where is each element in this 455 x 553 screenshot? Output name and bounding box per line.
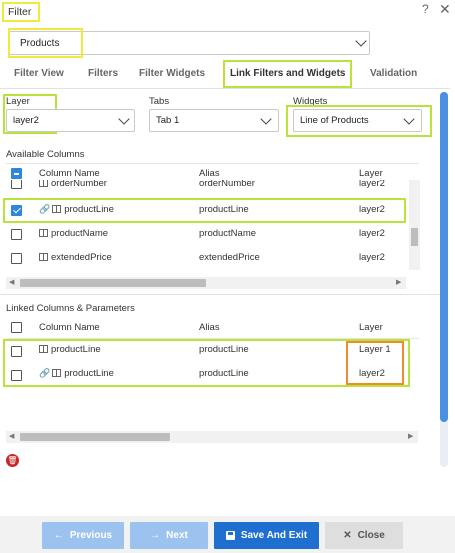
layer-cell: layer2: [359, 252, 385, 263]
table-row[interactable]: orderNumber orderNumber layer2: [0, 180, 420, 192]
tab-validation[interactable]: Validation: [370, 68, 417, 79]
divider: [6, 163, 419, 164]
previous-button-label: Previous: [69, 530, 113, 541]
column-icon: [39, 180, 48, 187]
column-header-layer: Layer: [359, 322, 383, 333]
previous-button[interactable]: ← Previous: [42, 522, 124, 549]
tabs-label: Tabs: [149, 96, 170, 107]
save-icon: [225, 531, 235, 540]
tabs-divider: [0, 88, 450, 89]
row-checkbox[interactable]: [11, 180, 22, 189]
trash-icon[interactable]: 🗑: [6, 454, 19, 467]
dialog-title: Filter: [2, 2, 40, 22]
row-checkbox[interactable]: [11, 253, 22, 264]
tab-filters[interactable]: Filters: [88, 68, 118, 79]
column-name-text: extendedPrice: [51, 252, 112, 263]
scroll-left-icon[interactable]: ◀: [9, 278, 14, 286]
column-name-text: productName: [51, 228, 109, 239]
tab-filter-view[interactable]: Filter View: [14, 68, 64, 79]
linked-horizontal-scrollbar-thumb[interactable]: [20, 433, 170, 441]
tabs-select-value: Tab 1: [156, 115, 180, 126]
layer-select[interactable]: layer2: [6, 109, 135, 132]
section-divider: [0, 294, 440, 295]
layer-cell: layer2: [359, 180, 385, 189]
chevron-down-icon: [118, 113, 130, 125]
alias-cell: productName: [199, 228, 257, 239]
scroll-right-icon[interactable]: ▶: [408, 432, 413, 440]
save-button-label: Save And Exit: [240, 530, 308, 541]
highlight-box: [286, 105, 432, 137]
select-all-linked-checkbox[interactable]: [11, 322, 22, 333]
layer-select-value: layer2: [13, 115, 39, 126]
scroll-left-icon[interactable]: ◀: [9, 432, 14, 440]
column-header-layer: Layer: [359, 168, 383, 179]
linked-columns-title: Linked Columns & Parameters: [6, 303, 135, 314]
arrow-left-icon: ←: [53, 530, 64, 541]
next-button-label: Next: [166, 530, 188, 541]
available-horizontal-scrollbar-thumb[interactable]: [20, 279, 206, 287]
column-header-name: Column Name: [39, 322, 100, 333]
highlight-box: [8, 28, 83, 58]
column-name-cell: extendedPrice: [39, 252, 112, 263]
chevron-down-icon: [260, 113, 272, 125]
layer-cell: layer2: [359, 228, 385, 239]
help-icon[interactable]: ?: [422, 2, 429, 16]
available-list-scrollbar[interactable]: [409, 180, 420, 270]
row-checkbox[interactable]: [11, 229, 22, 240]
highlight-box: [223, 60, 352, 88]
column-header-name: Column Name: [39, 168, 100, 179]
save-and-exit-button[interactable]: Save And Exit: [214, 522, 319, 549]
close-icon: ✕: [343, 530, 352, 541]
table-row[interactable]: extendedPrice extendedPrice layer2: [0, 250, 420, 268]
close-button-label: Close: [357, 530, 385, 541]
column-icon: [39, 229, 48, 237]
column-name-text: orderNumber: [51, 180, 107, 189]
table-row[interactable]: productName productName layer2: [0, 226, 420, 244]
close-button[interactable]: ✕ Close: [325, 522, 403, 549]
linked-horizontal-scrollbar[interactable]: ◀ ▶: [6, 431, 418, 443]
arrow-right-icon: →: [150, 530, 161, 541]
tab-filter-widgets[interactable]: Filter Widgets: [139, 68, 205, 79]
layer-label: Layer: [6, 96, 30, 107]
alias-cell: orderNumber: [199, 180, 255, 189]
vertical-scrollbar-thumb[interactable]: [440, 92, 448, 422]
column-name-cell: productName: [39, 228, 108, 239]
available-horizontal-scrollbar[interactable]: ◀ ▶: [6, 277, 406, 289]
column-icon: [39, 253, 48, 261]
column-name-cell: orderNumber: [39, 180, 107, 189]
column-header-alias: Alias: [199, 322, 220, 333]
chevron-down-icon: [355, 35, 367, 47]
tabs-select[interactable]: Tab 1: [149, 109, 279, 132]
close-icon[interactable]: ✕: [439, 1, 451, 18]
available-columns-title: Available Columns: [6, 149, 85, 160]
next-button[interactable]: → Next: [130, 522, 208, 549]
available-columns-list: orderNumber orderNumber layer2 🔗 productL…: [0, 180, 420, 272]
alias-cell: extendedPrice: [199, 252, 260, 263]
available-list-scrollbar-thumb[interactable]: [411, 228, 418, 246]
scroll-right-icon[interactable]: ▶: [396, 278, 401, 286]
highlight-box: [3, 198, 406, 223]
column-header-alias: Alias: [199, 168, 220, 179]
select-all-available-checkbox[interactable]: [11, 168, 22, 179]
highlight-box: [346, 341, 404, 385]
